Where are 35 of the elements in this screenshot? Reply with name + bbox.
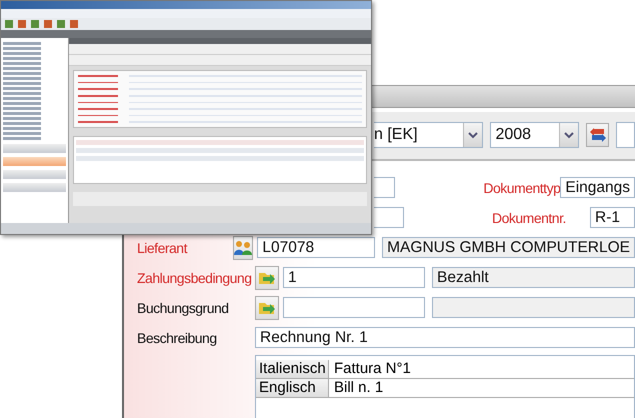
year-dropdown[interactable]: 2008 xyxy=(490,122,580,148)
field-label: Dokumenttyp xyxy=(483,180,560,196)
language-cell: Englisch xyxy=(256,379,329,397)
swap-arrows-icon xyxy=(590,128,606,142)
chevron-icon xyxy=(564,132,574,139)
field-label: Beschreibung xyxy=(137,330,218,346)
chevron-icon xyxy=(468,132,478,139)
language-cell: Italienisch xyxy=(256,360,329,378)
name-field: MAGNUS GMBH COMPUTERLOE xyxy=(382,237,635,258)
field-label: Dokumentnr. xyxy=(492,210,567,226)
field-label: Zahlungsbedingung xyxy=(137,270,252,286)
code-field[interactable]: L07078 xyxy=(257,237,376,258)
text-field[interactable]: R-1 xyxy=(590,207,635,228)
code-field[interactable]: 1 xyxy=(283,267,425,288)
description-field[interactable]: Rechnung Nr. 1 xyxy=(255,327,635,348)
dropdown-button[interactable] xyxy=(559,123,578,148)
translation-cell[interactable]: Fattura N°1 xyxy=(329,360,634,378)
translation-cell[interactable]: Bill n. 1 xyxy=(329,379,634,397)
code-field[interactable] xyxy=(283,297,425,318)
lookup-button[interactable] xyxy=(255,266,279,290)
dropdown-button[interactable] xyxy=(463,123,482,148)
people-icon xyxy=(234,240,252,256)
text-field[interactable]: Eingangs xyxy=(560,177,635,198)
booking-type-dropdown[interactable]: n [EK] xyxy=(374,122,484,148)
swap-button[interactable] xyxy=(586,123,610,148)
lookup-button[interactable] xyxy=(255,296,279,320)
text-field[interactable] xyxy=(374,177,396,198)
text-field[interactable] xyxy=(616,122,635,148)
field-label: Buchungsgrund xyxy=(137,300,230,316)
folder-arrow-icon xyxy=(258,270,276,285)
lookup-button[interactable] xyxy=(233,236,254,260)
name-field: Bezahlt xyxy=(432,267,635,288)
text-field[interactable] xyxy=(374,207,404,228)
field-label: Lieferant xyxy=(137,240,188,256)
folder-arrow-icon xyxy=(258,300,276,315)
